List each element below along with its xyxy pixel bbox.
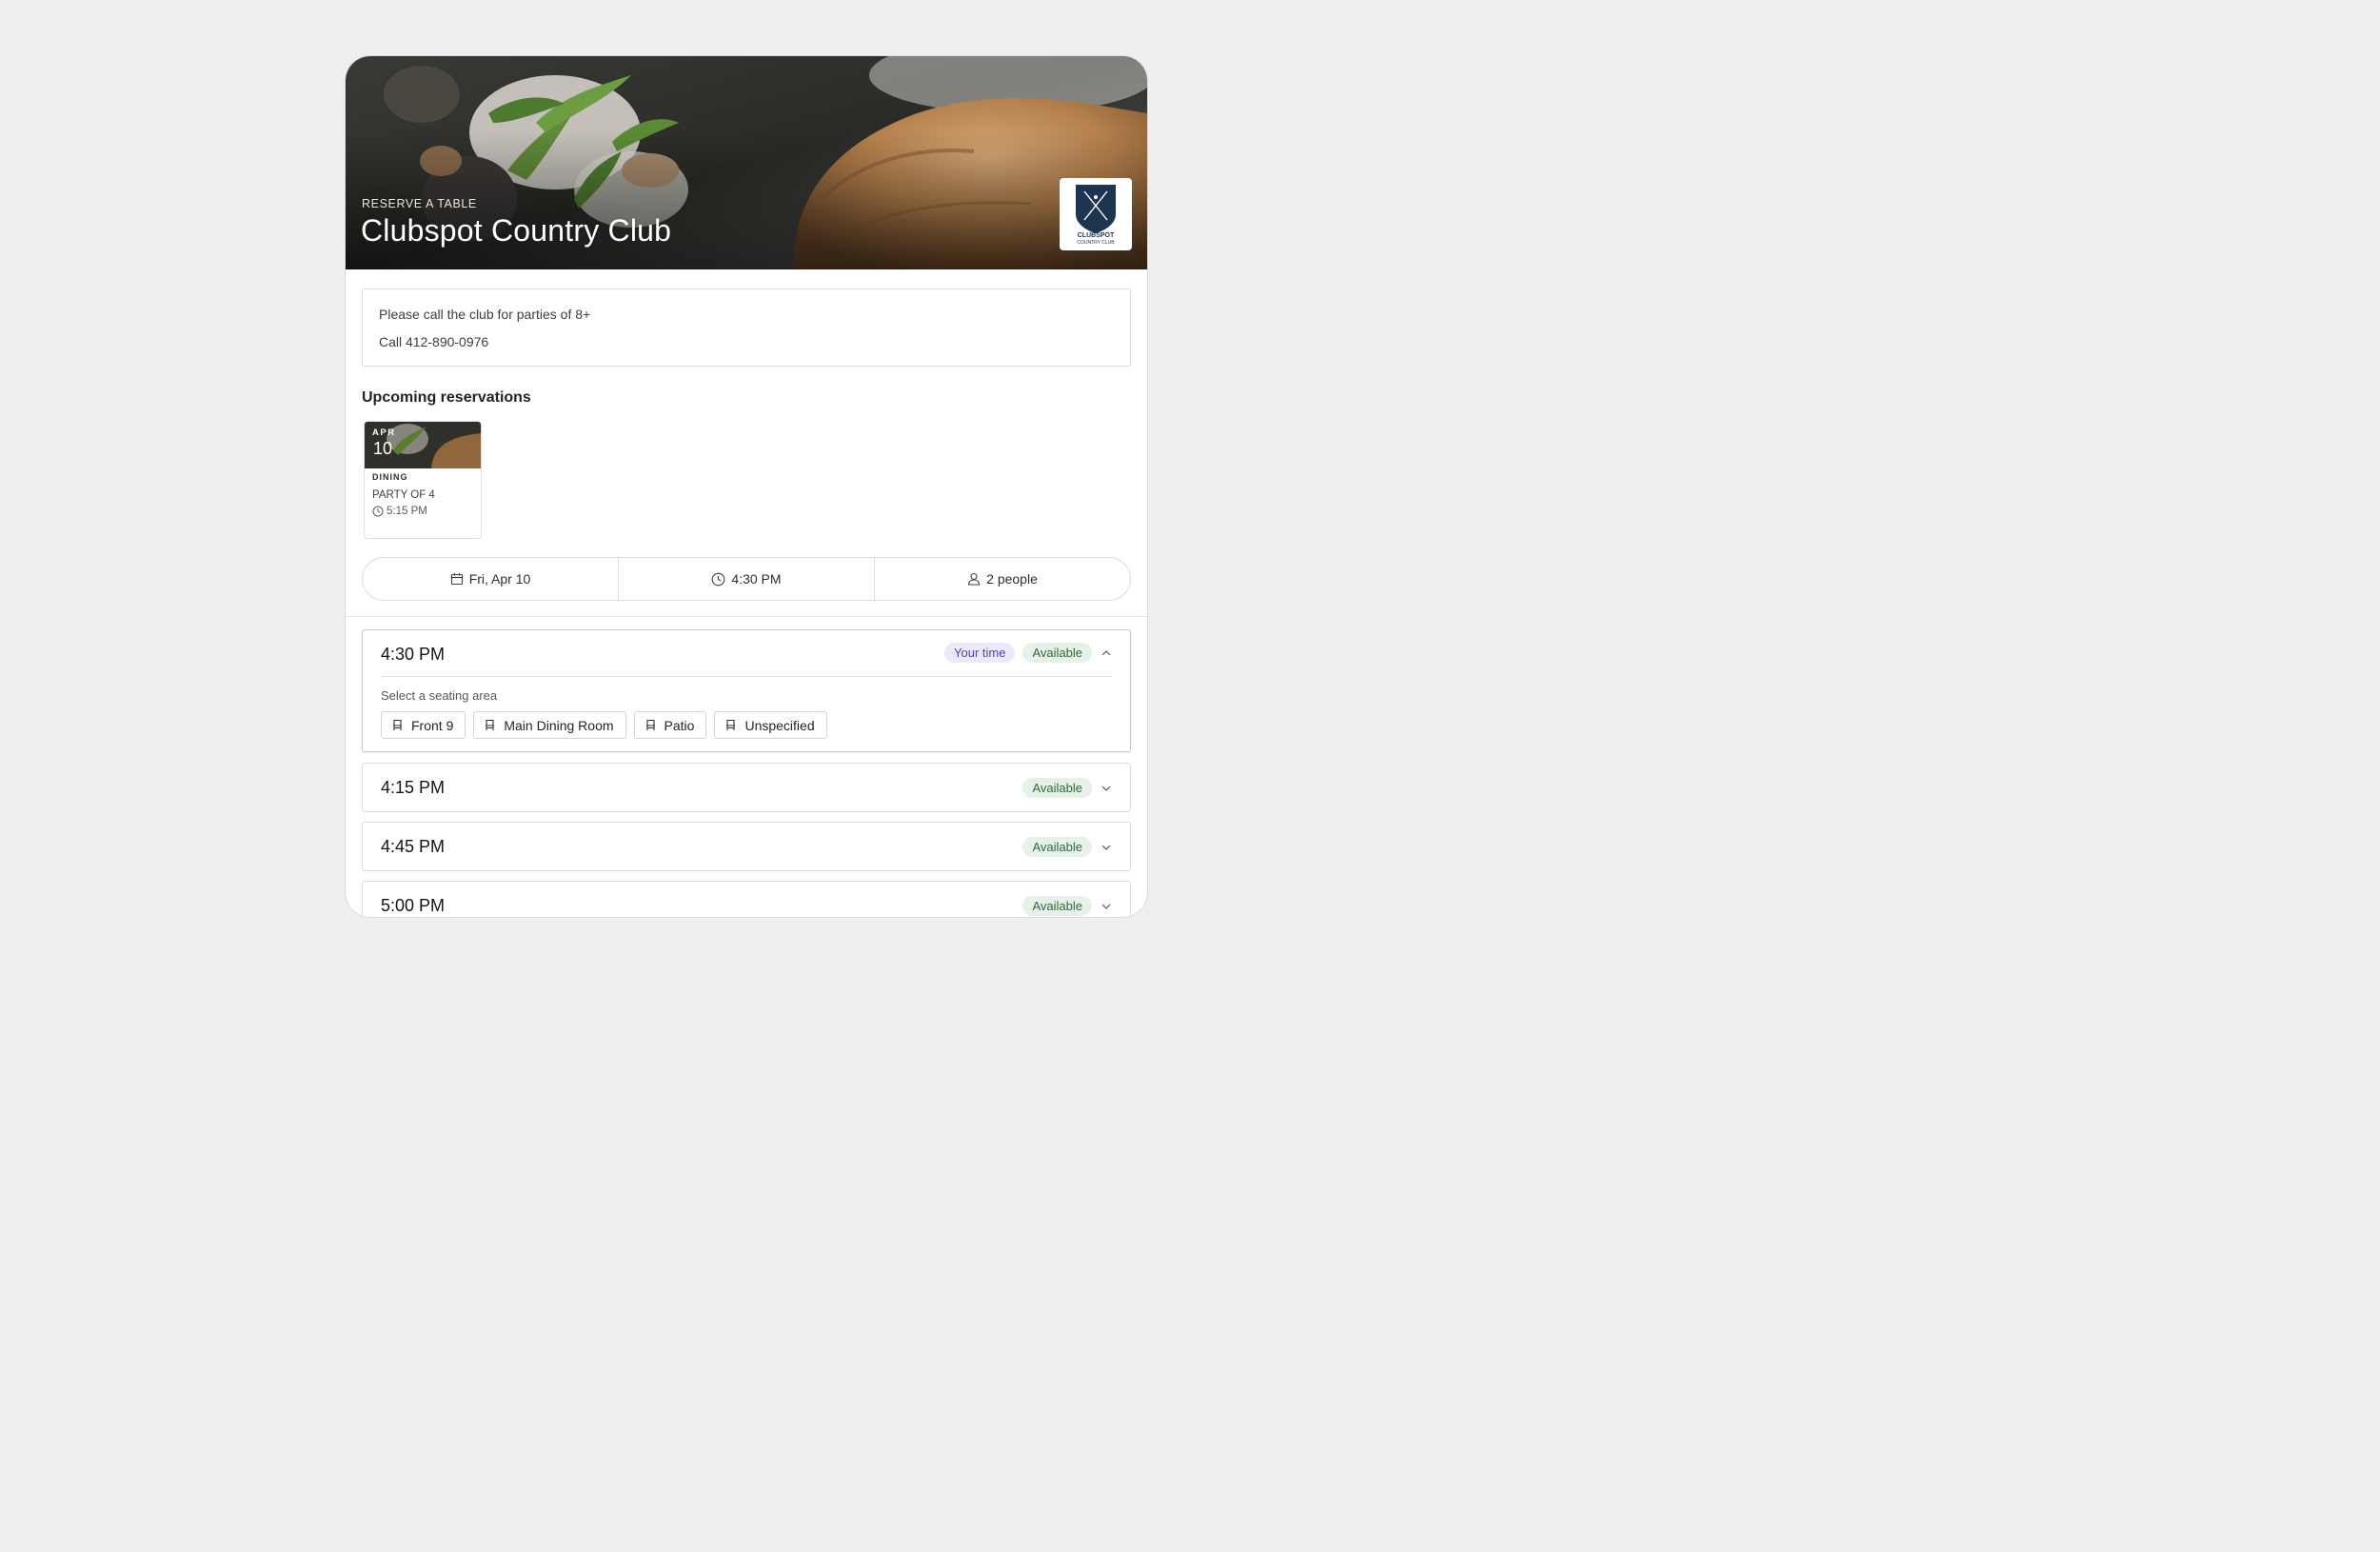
svg-text:CLUBSPOT: CLUBSPOT <box>1078 232 1115 239</box>
time-picker-value: 4:30 PM <box>731 571 782 587</box>
reservation-time-label: 5:15 PM <box>387 506 427 517</box>
date-picker[interactable]: Fri, Apr 10 <box>363 558 618 600</box>
notice-text: Please call the club for parties of 8+ <box>379 307 591 322</box>
chevron-down-icon <box>1101 845 1111 850</box>
chevron-down-icon <box>1101 786 1111 791</box>
party-size-picker[interactable]: 2 people <box>874 558 1130 600</box>
seat-option-label: Front 9 <box>411 717 454 733</box>
slot-divider <box>380 676 1113 677</box>
club-logo: CLUBSPOT COUNTRY CLUB <box>1060 178 1132 250</box>
calendar-icon <box>450 573 463 586</box>
slot-time: 5:00 PM <box>381 896 446 915</box>
chevron-up-icon <box>1101 649 1111 655</box>
clock-icon <box>712 572 725 586</box>
seat-option-label: Main Dining Room <box>504 717 614 733</box>
slot-status: Available <box>1022 837 1113 857</box>
notice-phone: Call 412-890-0976 <box>379 334 489 349</box>
time-slot[interactable]: 5:00 PM Available <box>362 881 1131 917</box>
seat-option-label: Patio <box>664 717 695 733</box>
club-crest-icon: CLUBSPOT COUNTRY CLUB <box>1076 185 1116 246</box>
slot-status: Available <box>1022 896 1113 916</box>
reservation-card: RESERVE A TABLE Clubspot Country Club CL… <box>346 56 1147 917</box>
clock-icon <box>372 506 384 517</box>
available-badge: Available <box>1022 643 1092 663</box>
reservation-day: 10 <box>373 439 393 458</box>
hero-banner: RESERVE A TABLE Clubspot Country Club CL… <box>346 56 1147 269</box>
slot-time: 4:30 PM <box>381 645 446 664</box>
time-slot: 4:30 PM Your time Available Select a sea… <box>362 629 1131 752</box>
collapse-slot-button[interactable] <box>1100 647 1113 660</box>
section-divider <box>346 616 1147 617</box>
expand-slot-button[interactable] <box>1100 782 1113 795</box>
seat-option-main-dining-room[interactable]: Main Dining Room <box>473 711 626 739</box>
reservation-month: APR <box>372 428 396 438</box>
seat-option-label: Unspecified <box>744 717 815 733</box>
slot-status: Available <box>1022 778 1113 798</box>
upcoming-reservation-card[interactable]: APR 10 DINING PARTY OF 4 5:15 PM <box>364 421 482 539</box>
club-name-title: Clubspot Country Club <box>361 213 672 248</box>
chevron-down-icon <box>1101 904 1111 909</box>
chair-icon <box>726 719 736 730</box>
time-slot[interactable]: 4:45 PM Available <box>362 822 1131 871</box>
reservation-time: 5:15 PM <box>372 506 427 517</box>
seat-option-front-9[interactable]: Front 9 <box>381 711 466 739</box>
available-badge: Available <box>1022 837 1092 857</box>
seating-area-label: Select a seating area <box>381 688 498 703</box>
reservation-party-size: PARTY OF 4 <box>372 489 435 501</box>
upcoming-reservations-heading: Upcoming reservations <box>362 389 531 406</box>
svg-text:COUNTRY CLUB: COUNTRY CLUB <box>1077 240 1115 246</box>
seat-option-patio[interactable]: Patio <box>633 711 707 739</box>
hero-kicker: RESERVE A TABLE <box>362 197 477 210</box>
chair-icon <box>486 719 495 730</box>
party-size-value: 2 people <box>986 571 1038 587</box>
date-picker-value: Fri, Apr 10 <box>468 571 531 587</box>
seat-option-unspecified[interactable]: Unspecified <box>714 711 827 739</box>
seating-area-options: Front 9 Main Dining Room Patio Unspecifi… <box>381 711 827 739</box>
reservation-thumbnail: APR 10 <box>365 422 481 468</box>
slot-time: 4:15 PM <box>381 778 446 797</box>
chair-icon <box>393 719 402 730</box>
time-slot[interactable]: 4:15 PM Available <box>362 763 1131 812</box>
your-time-badge: Your time <box>944 643 1016 663</box>
reservation-type: DINING <box>372 472 408 482</box>
time-picker[interactable]: 4:30 PM <box>618 558 874 600</box>
reservation-filter-bar: Fri, Apr 10 4:30 PM 2 people <box>362 557 1131 601</box>
slot-time: 4:45 PM <box>381 837 446 856</box>
slot-status: Your time Available <box>944 643 1113 663</box>
chair-icon <box>645 719 655 730</box>
expand-slot-button[interactable] <box>1100 900 1113 913</box>
person-icon <box>968 572 981 586</box>
party-size-notice: Please call the club for parties of 8+ C… <box>362 289 1131 367</box>
available-badge: Available <box>1022 896 1092 916</box>
available-badge: Available <box>1022 778 1092 798</box>
expand-slot-button[interactable] <box>1100 841 1113 854</box>
